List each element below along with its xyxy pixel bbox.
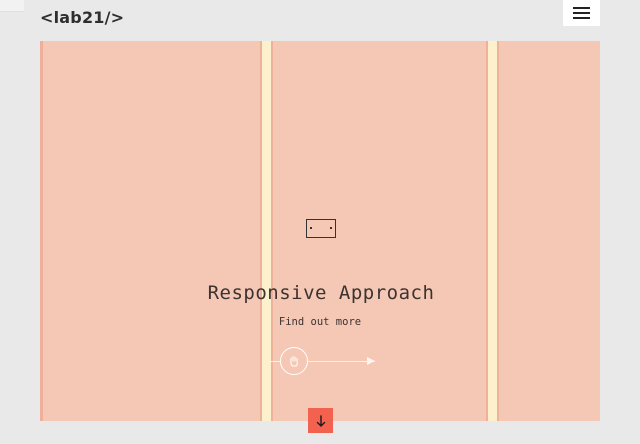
site-logo[interactable]: <lab21/>: [40, 8, 124, 27]
hand-pointer-icon: [290, 356, 298, 367]
menu-button[interactable]: [563, 0, 600, 26]
corner-tab: [0, 0, 24, 12]
hero-title: Responsive Approach: [207, 282, 435, 304]
hero-divider-stripe: [260, 41, 273, 421]
scroll-down-button[interactable]: [308, 408, 333, 433]
hamburger-menu-icon: [573, 7, 590, 9]
device-icon: [306, 219, 336, 238]
hamburger-menu-icon-bar: [573, 12, 590, 14]
hand-pointer-button[interactable]: [280, 347, 308, 375]
hamburger-menu-icon-bar: [573, 17, 590, 19]
arrow-down-icon: [316, 414, 325, 427]
cta-arrowhead: [367, 357, 375, 365]
hero-banner: Responsive Approach Find out more: [40, 41, 600, 421]
hero-divider-stripe: [486, 41, 499, 421]
find-out-more-link[interactable]: Find out more: [40, 316, 600, 328]
hero-left-edge: [40, 41, 43, 421]
